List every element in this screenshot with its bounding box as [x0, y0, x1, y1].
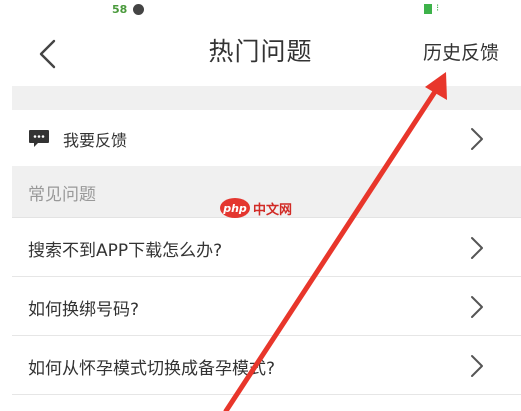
feedback-label: 我要反馈: [63, 131, 128, 150]
faq-item[interactable]: 搜索不到APP下载怎么办?: [12, 218, 521, 277]
status-mark-icon: ⁝: [436, 3, 440, 14]
watermark: php 中文网: [220, 198, 292, 218]
chat-bubble-icon: [29, 130, 49, 147]
spacer-band: [12, 86, 521, 110]
feedback-row[interactable]: 我要反馈: [12, 110, 521, 166]
status-bar: 58 ⁝: [0, 0, 521, 18]
battery-icon: [424, 3, 432, 14]
nav-bar: 热门问题 历史反馈: [0, 18, 521, 86]
section-title: 常见问题: [28, 185, 96, 205]
faq-question: 如何从怀孕模式切换成备孕模式?: [28, 359, 276, 379]
faq-question: 搜索不到APP下载怎么办?: [28, 241, 223, 261]
chevron-right-icon: [471, 296, 483, 318]
chevron-right-icon: [471, 355, 483, 377]
status-left: 58: [112, 3, 145, 16]
faq-item[interactable]: 如何从怀孕模式切换成备孕模式?: [12, 336, 521, 395]
chevron-right-icon: [471, 128, 483, 150]
history-feedback-link[interactable]: 历史反馈: [423, 38, 499, 65]
watermark-text: 中文网: [253, 202, 293, 218]
watermark-logo: php: [220, 198, 250, 218]
faq-question: 如何换绑号码?: [28, 300, 140, 320]
status-right: ⁝: [424, 3, 439, 14]
status-number: 58: [112, 3, 128, 16]
status-dot-icon: [133, 4, 145, 15]
faq-item[interactable]: 如何换绑号码?: [12, 277, 521, 336]
chevron-right-icon: [471, 237, 483, 259]
